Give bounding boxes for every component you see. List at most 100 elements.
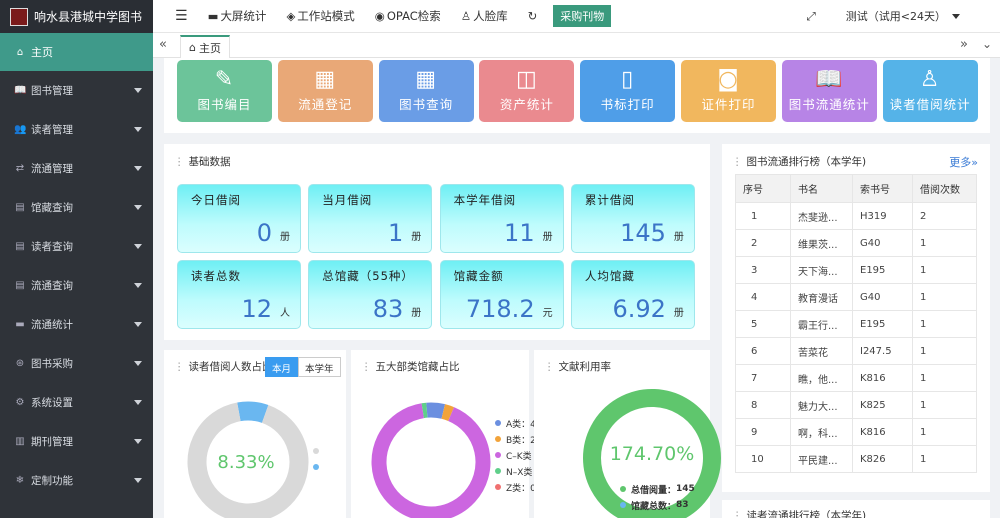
sidebar-item-2[interactable]: ⇄ 流通管理: [0, 149, 153, 188]
table-row[interactable]: 2 维果茨... G40 1: [735, 229, 977, 257]
legend-item[interactable]: 总借阅量： 145: [620, 481, 695, 497]
topbar-item-0[interactable]: ▬ 大屏统计: [198, 8, 277, 24]
table-cell: 5: [735, 310, 791, 338]
table-row[interactable]: 9 啊，科... K816 1: [735, 418, 977, 446]
legend-item[interactable]: 馆藏总数： 83: [620, 497, 695, 513]
table-cell: 瞧，他...: [790, 364, 853, 392]
presentation-icon: ◫: [515, 66, 538, 92]
sidebar-item-10[interactable]: ❄ 定制功能: [0, 461, 153, 500]
table-row[interactable]: 8 魅力大... K825 1: [735, 391, 977, 419]
sidebar-item-3[interactable]: ▤ 馆藏查询: [0, 188, 153, 227]
table-cell: 1: [912, 418, 977, 446]
chevron-down-icon: [952, 13, 960, 19]
home-icon: ⌂: [16, 46, 24, 58]
sidebar-home-label: 主页: [31, 46, 53, 59]
sidebar-item-label: 馆藏查询: [31, 202, 73, 214]
menu-toggle-icon[interactable]: ☰: [165, 8, 198, 24]
stat-label: 当月借阅: [322, 193, 373, 207]
sidebar-item-home[interactable]: ⌂ 主页: [0, 33, 153, 71]
fullscreen-icon[interactable]: ⤢: [797, 9, 826, 24]
shortcut-label: 书标打印: [600, 97, 655, 112]
purchase-button[interactable]: 采购刊物: [553, 5, 612, 27]
stat-unit: 人: [280, 308, 290, 319]
table-row[interactable]: 10 平民建... K826 1: [735, 445, 977, 473]
legend-item[interactable]: B类：2: [495, 431, 536, 447]
table-row[interactable]: 4 教育漫话 G40 1: [735, 283, 977, 311]
topbar-item-2[interactable]: ◉ OPAC检索: [365, 8, 451, 24]
reader-ratio-legend: [313, 443, 324, 475]
basic-data-title: 基础数据: [188, 156, 231, 168]
table-row[interactable]: 5 霸王行... E195 1: [735, 310, 977, 338]
shortcut-tile[interactable]: ♙ 读者借阅统计: [882, 60, 978, 122]
caret-down-icon: [134, 439, 142, 444]
stat-value: 145: [620, 219, 666, 247]
legend-item[interactable]: A类：4: [495, 415, 536, 431]
reader-ranking-panel: ⋮ 读者流通排行榜（本学年): [722, 500, 990, 518]
table-cell: 2: [735, 229, 791, 257]
more-link[interactable]: 更多»: [949, 154, 978, 170]
legend-item[interactable]: N–X类: [495, 463, 536, 479]
shortcut-tile[interactable]: 📖 图书流通统计: [781, 60, 877, 122]
refresh-icon[interactable]: ↻: [518, 9, 548, 23]
tab-home[interactable]: ⌂ 主页: [180, 35, 230, 58]
stat-value: 83: [372, 295, 404, 323]
topbar-item-1[interactable]: ◈ 工作站模式: [276, 8, 364, 24]
caret-down-icon: [134, 322, 142, 327]
shortcut-tile[interactable]: ◙ 证件打印: [681, 60, 776, 122]
legend-swatch: [620, 502, 626, 508]
toggle-year[interactable]: 本学年: [298, 357, 341, 377]
shortcut-tile[interactable]: ◫ 资产统计: [479, 60, 575, 122]
toggle-month[interactable]: 本月: [265, 357, 299, 377]
sidebar-item-9[interactable]: ▥ 期刊管理: [0, 422, 153, 461]
table-row[interactable]: 3 天下海... E195 1: [735, 256, 977, 284]
sidebar-item-1[interactable]: 👥 读者管理: [0, 110, 153, 149]
table-cell: 1: [912, 256, 977, 284]
caret-down-icon: [134, 205, 142, 210]
sidebar-item-6[interactable]: ▬ 流通统计: [0, 305, 153, 344]
caret-down-icon: [134, 400, 142, 405]
table-cell: 1: [912, 229, 977, 257]
table-row[interactable]: 7 瞧，他... K816 1: [735, 364, 977, 392]
shortcut-label: 资产统计: [499, 97, 554, 112]
topbar-item-label: 工作站模式: [297, 9, 355, 23]
stat-value: 11: [504, 219, 535, 247]
table-cell: 天下海...: [790, 256, 853, 284]
tabs-menu-icon[interactable]: ⌄: [982, 37, 992, 51]
shortcut-tile[interactable]: ▯ 书标打印: [580, 60, 676, 122]
user-menu[interactable]: 测试（试用<24天）: [826, 8, 1000, 24]
tabs-bar: « ⌂ 主页 » ⌄: [153, 33, 1000, 58]
stat-value: 6.92: [612, 295, 666, 323]
table-header: 借阅次数: [912, 174, 977, 203]
legend-value: 145: [676, 484, 695, 494]
table-row[interactable]: 6 苦菜花 I247.5 1: [735, 337, 977, 365]
caret-down-icon: [134, 361, 142, 366]
legend-item[interactable]: C–K类: [495, 447, 536, 463]
stat-label: 读者总数: [191, 269, 241, 283]
donut-slice: [371, 403, 491, 518]
shortcut-tile[interactable]: ▦ 流通登记: [277, 60, 373, 122]
shortcut-label: 图书流通统计: [788, 97, 870, 112]
donut-slice: [441, 404, 455, 422]
shortcut-tile[interactable]: ✎ 图书编目: [177, 60, 272, 122]
topbar-item-3[interactable]: ♙ 人脸库: [451, 8, 518, 24]
stat-unit: 元: [542, 308, 553, 319]
sidebar-item-0[interactable]: 📖 图书管理: [0, 71, 153, 110]
categories-chart: [371, 402, 491, 518]
sidebar-item-7[interactable]: ⊛ 图书采购: [0, 344, 153, 383]
sidebar-item-5[interactable]: ▤ 流通查询: [0, 266, 153, 305]
sidebar-item-8[interactable]: ⚙ 系统设置: [0, 383, 153, 422]
shortcut-tile[interactable]: ▦ 图书查询: [378, 60, 474, 122]
shortcut-label: 图书查询: [399, 97, 454, 112]
sidebar-item-4[interactable]: ▤ 读者查询: [0, 227, 153, 266]
stat-value: 0: [256, 219, 272, 247]
caret-down-icon: [134, 88, 142, 93]
table-row[interactable]: 1 杰斐逊... H319 2: [735, 202, 977, 230]
tab-home-label: 主页: [198, 41, 221, 55]
stat-value: 1: [388, 219, 404, 247]
legend-item[interactable]: [313, 443, 324, 459]
legend-item[interactable]: Z类：0: [495, 479, 536, 495]
id-card-icon: ▤: [15, 241, 25, 252]
tabs-next-icon[interactable]: »: [960, 37, 968, 52]
legend-item[interactable]: [313, 459, 324, 475]
tabs-prev-icon[interactable]: «: [159, 37, 167, 52]
